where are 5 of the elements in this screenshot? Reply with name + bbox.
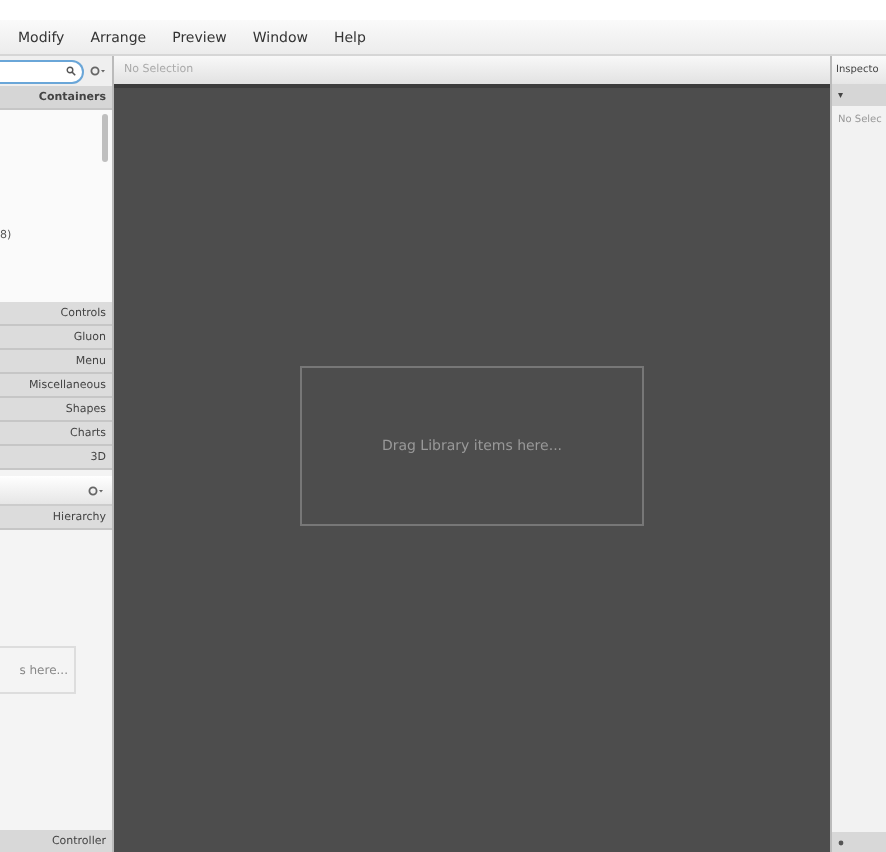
- settings-icon[interactable]: [88, 485, 104, 495]
- search-field[interactable]: [0, 59, 84, 83]
- dot-icon: [838, 839, 844, 845]
- search-icon: [66, 66, 76, 76]
- settings-icon[interactable]: [90, 66, 106, 76]
